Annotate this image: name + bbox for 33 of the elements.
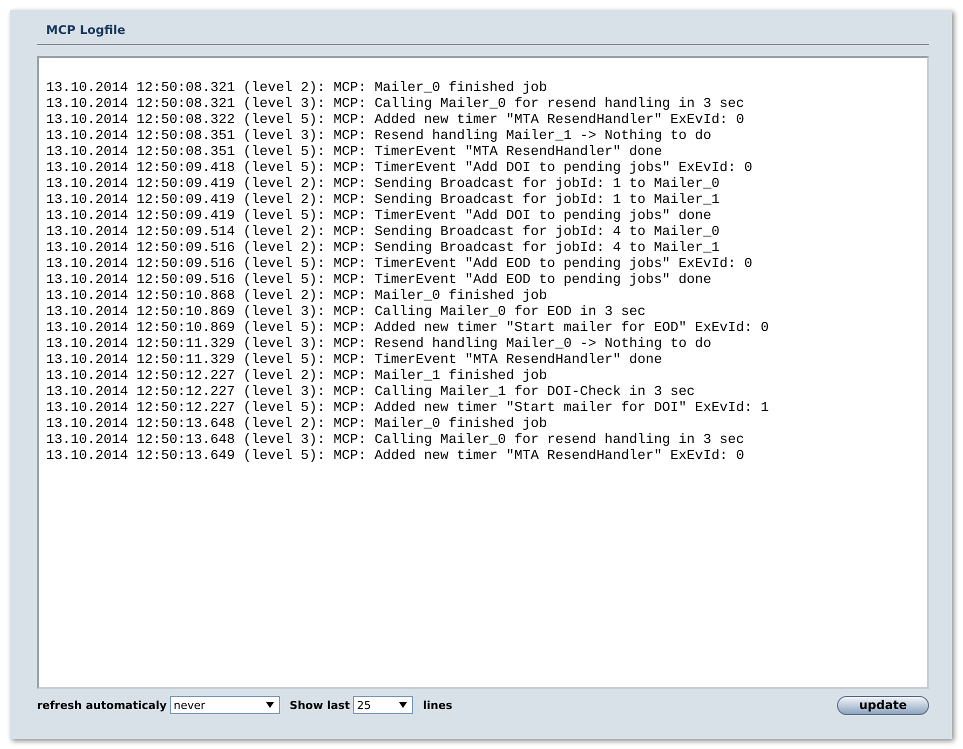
log-line: 13.10.2014 12:50:11.329 (level 3): MCP: Resend handling Mailer_0 -> Nothing to do [46,337,712,353]
log-line: 13.10.2014 12:50:12.227 (level 2): MCP: Mailer_1 finished job [46,369,548,385]
log-line: 13.10.2014 12:50:10.869 (level 5): MCP: Added new timer "Start mailer for EOD" ExEvId: 0 [46,321,770,337]
log-line: 13.10.2014 12:50:10.868 (level 2): MCP: Mailer_0 finished job [46,289,548,305]
log-line: 13.10.2014 12:50:09.514 (level 2): MCP: Sending Broadcast for jobId: 4 to Mailer_0 [46,225,721,241]
dropdown[interactable]: never [170,696,280,714]
log-line: 13.10.2014 12:50:08.321 (level 2): MCP: Mailer_0 finished job [46,81,548,97]
refresh-label: refresh automaticaly [37,698,167,712]
log-line: 13.10.2014 12:50:13.648 (level 2): MCP: Mailer_0 finished job [46,417,548,433]
lines-label: lines [422,698,452,712]
log-line: 13.10.2014 12:50:09.516 (level 2): MCP: Sending Broadcast for jobId: 4 to Mailer_1 [46,241,721,257]
log-line: 13.10.2014 12:50:08.322 (level 5): MCP: Added new timer "MTA ResendHandler" ExEvId: 0 [46,113,746,129]
log-line: 13.10.2014 12:50:10.869 (level 3): MCP: Calling Mailer_0 for EOD in 3 sec [46,305,647,321]
panel-title: MCP Logfile [45,22,126,39]
caret-icon [398,702,407,708]
log-line: 13.10.2014 12:50:08.351 (level 5): MCP: TimerEvent "MTA ResendHandler" done [46,145,664,161]
log-line: 13.10.2014 12:50:09.516 (level 5): MCP: TimerEvent "Add EOD to pending jobs" done [46,273,712,289]
log-line: 13.10.2014 12:50:09.516 (level 5): MCP: TimerEvent "Add EOD to pending jobs" ExEvId: 0 [46,257,754,273]
log-line: 13.10.2014 12:50:11.329 (level 5): MCP: TimerEvent "MTA ResendHandler" done [46,353,664,369]
log-line: 13.10.2014 12:50:08.351 (level 3): MCP: Resend handling Mailer_1 -> Nothing to do [46,129,712,145]
log-line: 13.10.2014 12:50:13.649 (level 5): MCP: Added new timer "MTA ResendHandler" ExEvId: 0 [46,449,746,465]
show-last-label: Show last [290,698,350,712]
log-line: 13.10.2014 12:50:09.418 (level 5): MCP: TimerEvent "Add DOI to pending jobs" ExEvId: 0 [46,161,754,177]
log-line: 13.10.2014 12:50:09.419 (level 5): MCP: TimerEvent "Add DOI to pending jobs" done [46,209,712,225]
log-line: 13.10.2014 12:50:09.419 (level 2): MCP: Sending Broadcast for jobId: 1 to Mailer_0 [46,177,721,193]
log-line: 13.10.2014 12:50:09.419 (level 2): MCP: Sending Broadcast for jobId: 1 to Mailer_1 [46,193,721,209]
log-line: 13.10.2014 12:50:08.321 (level 3): MCP: Calling Mailer_0 for resend handling in 3 sec [46,97,746,113]
dropdown[interactable]: 25 [352,696,413,714]
log-line: 13.10.2014 12:50:12.227 (level 5): MCP: Added new timer "Start mailer for DOI" ExEvId: 1 [46,401,770,417]
log-line: 13.10.2014 12:50:13.648 (level 3): MCP: Calling Mailer_0 for resend handling in 3 sec [46,433,746,449]
caret-icon [266,702,274,708]
update-button[interactable]: update [837,696,929,714]
log-line: 13.10.2014 12:50:12.227 (level 3): MCP: Calling Mailer_1 for DOI-Check in 3 sec [46,385,696,401]
